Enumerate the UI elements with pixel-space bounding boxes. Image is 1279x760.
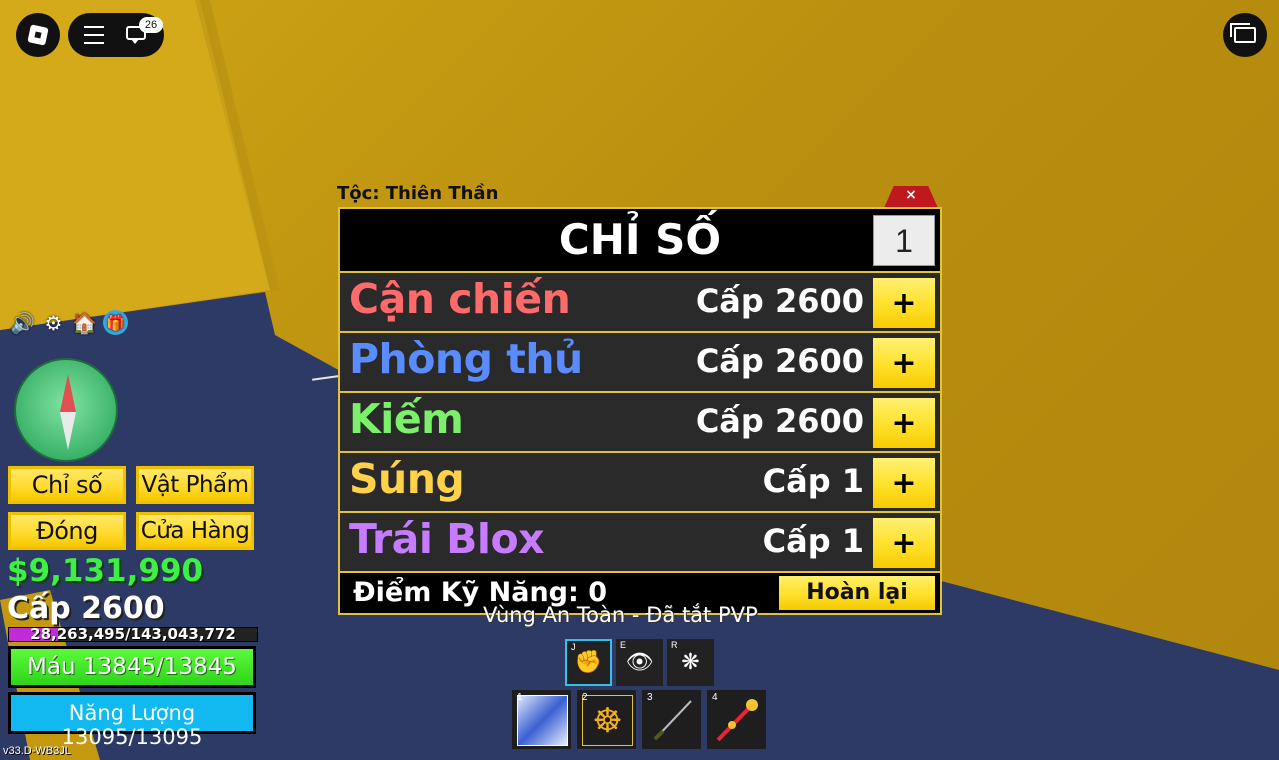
reset-button[interactable]: Hoàn lại — [779, 576, 935, 610]
gift-icon[interactable]: 🎁 — [103, 310, 128, 335]
stat-level-defense: Cấp 2600 — [695, 342, 864, 380]
points-to-add-input[interactable]: 1 — [873, 215, 935, 266]
xp-text: 28,263,495/143,043,772 — [30, 625, 236, 643]
safe-zone-label: Vùng An Toàn - Đã tắt PVP — [483, 603, 758, 627]
race-label: Tộc: Thiên Thần — [337, 183, 499, 204]
eye-icon: 👁 — [625, 650, 654, 675]
roblox-menu-pill: 26 — [68, 13, 164, 57]
stat-name-gun: Súng — [349, 455, 465, 503]
stat-name-sword: Kiếm — [349, 395, 464, 443]
stat-row-melee: Cận chiến Cấp 2600 + — [340, 273, 940, 333]
staff-icon — [712, 695, 761, 744]
stat-name-blox-fruit: Trái Blox — [349, 515, 545, 563]
hotbar-slot-2[interactable]: ☸ 2 — [577, 690, 636, 749]
ability-slot-e[interactable]: E 👁 — [616, 639, 663, 686]
hamburger-menu-icon[interactable] — [84, 26, 104, 44]
panel-close-button[interactable]: × — [884, 186, 938, 208]
stats-button[interactable]: Chỉ số — [8, 466, 126, 504]
buddha-fruit-icon: ☸ — [582, 695, 633, 746]
windows-icon — [1230, 23, 1256, 43]
level-display: Cấp 2600 — [7, 591, 165, 626]
hotbar-slot-3[interactable]: 3 — [642, 690, 701, 749]
items-button[interactable]: Vật Phẩm — [136, 466, 254, 504]
stat-level-sword: Cấp 2600 — [695, 402, 864, 440]
hotbar-slot-4[interactable]: 4 — [707, 690, 766, 749]
stat-row-defense: Phòng thủ Cấp 2600 + — [340, 333, 940, 393]
health-bar: Máu 13845/13845 — [8, 646, 256, 688]
roblox-logo-button[interactable] — [16, 13, 60, 57]
add-gun-button[interactable]: + — [873, 458, 935, 508]
stat-level-gun: Cấp 1 — [762, 462, 864, 500]
add-defense-button[interactable]: + — [873, 338, 935, 388]
quick-icons: 🔊 ⚙ 🏠 🎁 — [10, 310, 128, 335]
home-icon[interactable]: 🏠 — [72, 310, 97, 335]
energy-text: Năng Lượng 13095/13095 — [61, 701, 203, 749]
add-sword-button[interactable]: + — [873, 398, 935, 448]
close-button[interactable]: Đóng — [8, 512, 126, 550]
speaker-icon[interactable]: 🔊 — [10, 310, 35, 335]
katana-icon — [647, 695, 696, 744]
add-melee-button[interactable]: + — [873, 278, 935, 328]
ability-slot-r[interactable]: R ❋ — [667, 639, 714, 686]
hotbar-slot-1[interactable]: 1 — [512, 690, 571, 749]
stat-name-melee: Cận chiến — [349, 275, 571, 323]
compass[interactable] — [14, 358, 118, 462]
close-icon: × — [905, 187, 917, 203]
fist-icon: ✊ — [574, 650, 603, 675]
gear-icon[interactable]: ⚙ — [41, 310, 66, 335]
screenshot-button[interactable] — [1223, 13, 1267, 57]
compass-needle-north — [60, 374, 76, 412]
stats-panel-header: CHỈ SỐ 1 — [340, 209, 940, 273]
wings-icon: ❋ — [681, 650, 700, 675]
stat-row-blox-fruit: Trái Blox Cấp 1 + — [340, 513, 940, 573]
health-text: Máu 13845/13845 — [27, 654, 237, 680]
stat-row-gun: Súng Cấp 1 + — [340, 453, 940, 513]
compass-needle-south — [60, 412, 76, 450]
version-label: v33.D-WB3JL — [3, 745, 71, 757]
chat-badge: 26 — [139, 17, 163, 33]
stat-name-defense: Phòng thủ — [349, 335, 583, 383]
energy-bar: Năng Lượng 13095/13095 — [8, 692, 256, 749]
stat-row-sword: Kiếm Cấp 2600 + — [340, 393, 940, 453]
fighting-style-icon — [517, 695, 568, 746]
roblox-logo-icon — [27, 24, 49, 46]
money-display: $9,131,990 — [7, 553, 204, 589]
xp-bar: 28,263,495/143,043,772 — [8, 625, 258, 643]
stats-panel: CHỈ SỐ 1 Cận chiến Cấp 2600 + Phòng thủ … — [338, 207, 942, 615]
add-blox-fruit-button[interactable]: + — [873, 518, 935, 568]
ability-slot-j[interactable]: J ✊ — [565, 639, 612, 686]
stat-level-blox-fruit: Cấp 1 — [762, 522, 864, 560]
stats-panel-title: CHỈ SỐ — [558, 215, 722, 264]
stat-level-melee: Cấp 2600 — [695, 282, 864, 320]
shop-button[interactable]: Cửa Hàng — [136, 512, 254, 550]
